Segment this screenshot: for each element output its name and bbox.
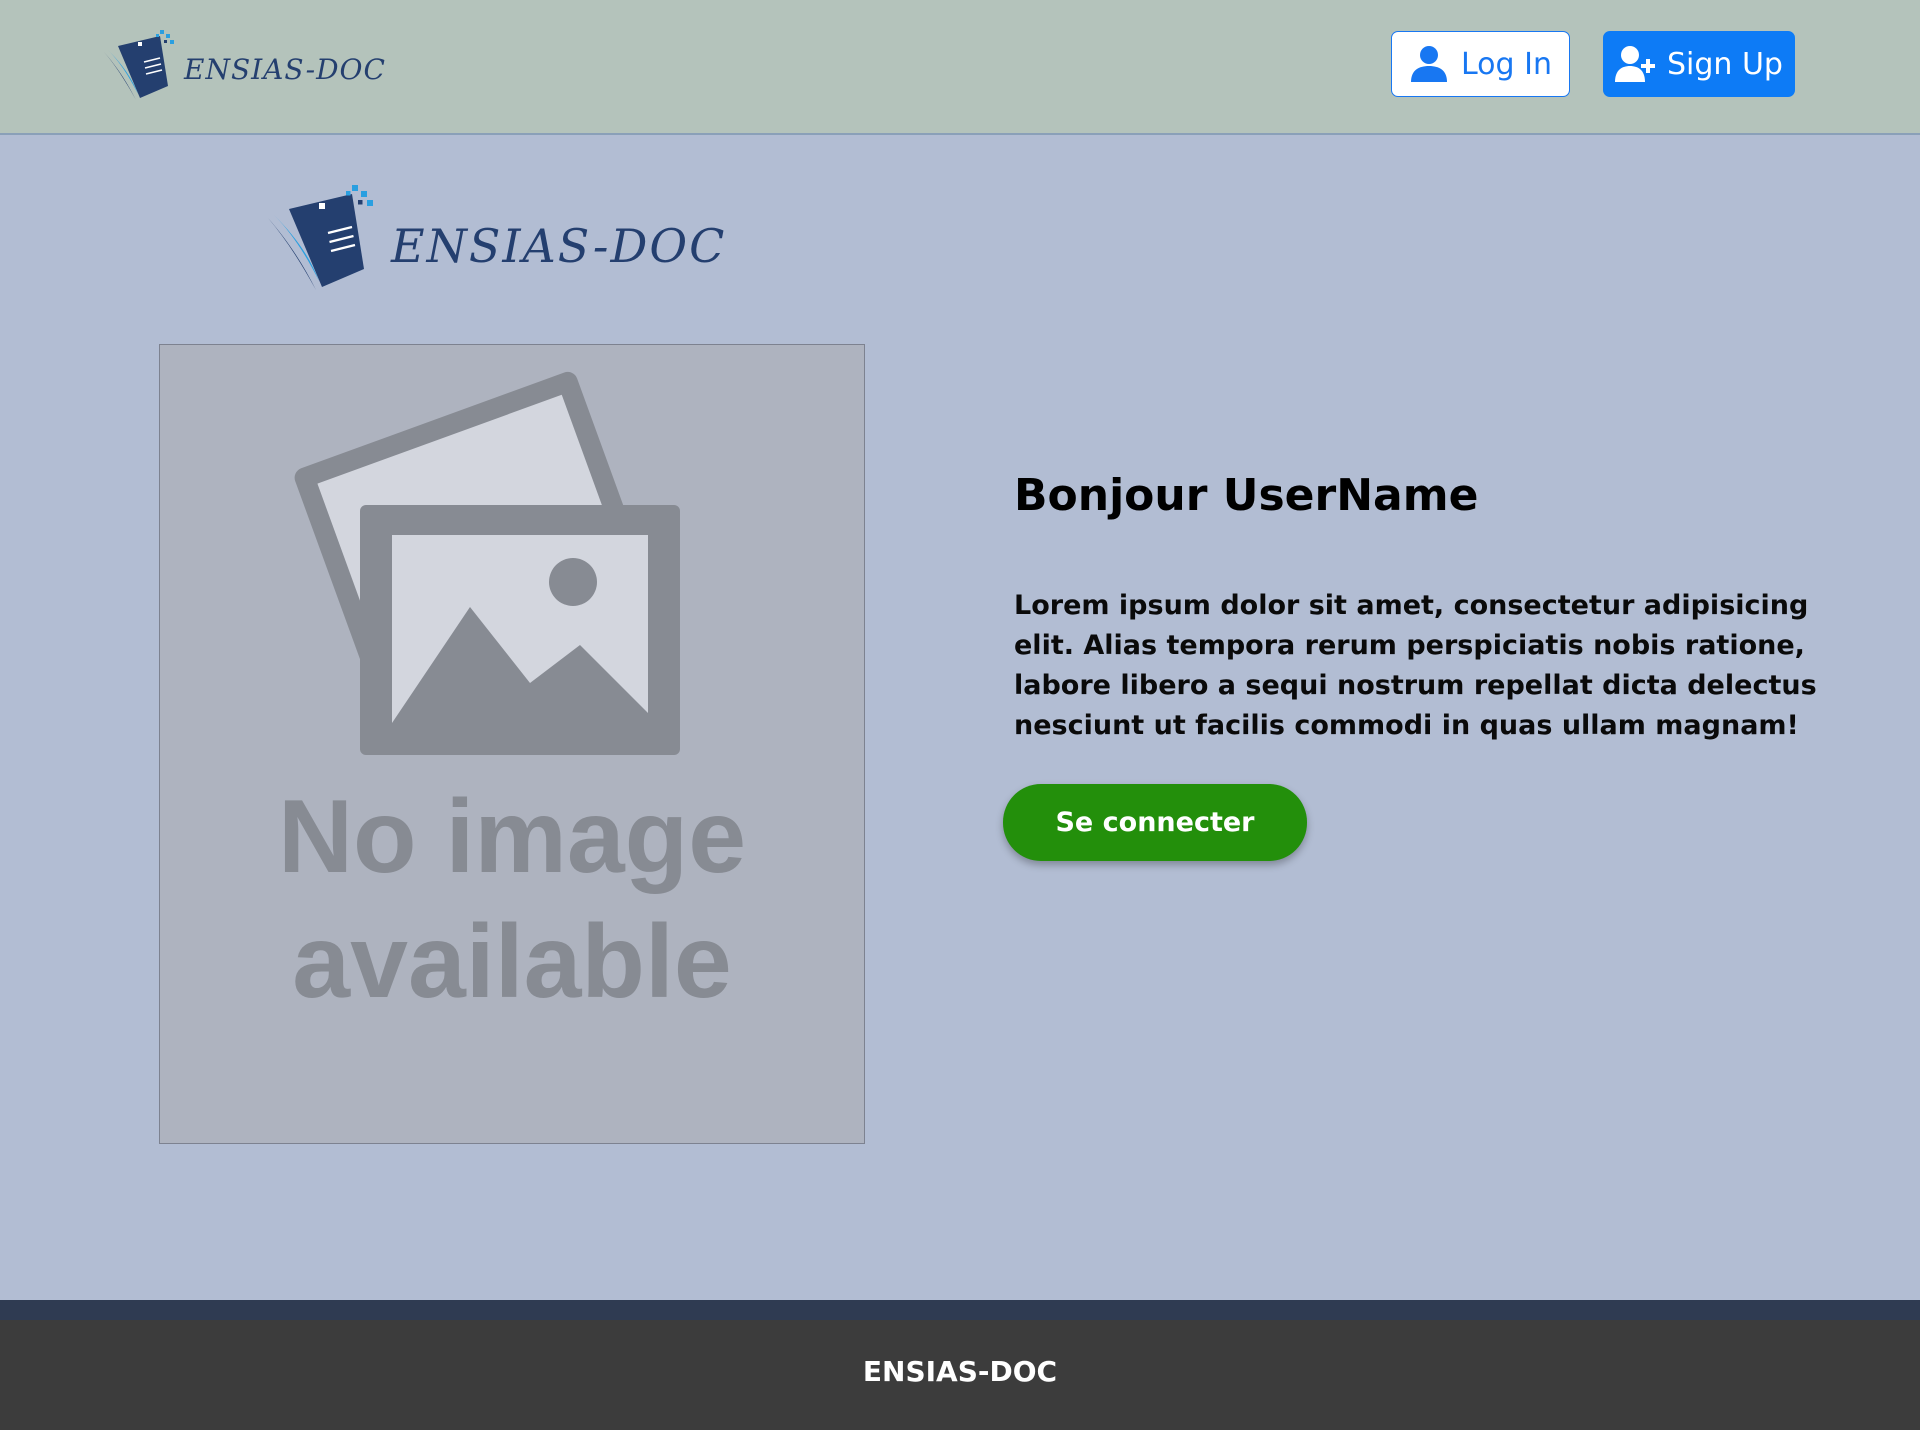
header-logo[interactable]: ENSIAS-DOC [102,28,386,104]
user-icon [1411,46,1447,82]
document-logo-icon [104,30,174,100]
login-label: Log In [1461,46,1552,82]
footer-divider [0,1300,1920,1320]
greeting-heading: Bonjour UserName [1014,470,1479,521]
footer-text: ENSIAS-DOC [862,1354,1058,1388]
header-logo-text: ENSIAS-DOC [184,52,386,86]
description-text: Lorem ipsum dolor sit amet, consectetur … [1014,590,1817,741]
footer: ENSIAS-DOC [0,1320,1920,1430]
document-logo-icon [268,185,373,290]
signup-button[interactable]: Sign Up [1603,31,1795,97]
user-plus-icon [1615,46,1655,82]
page: ENSIAS-DOC Log In Sign Up ENSIAS-DOC No … [0,0,1920,1430]
no-image-line-1: No image [277,779,747,895]
connect-button[interactable]: Se connecter [1003,784,1307,861]
signup-label: Sign Up [1667,46,1783,82]
no-image-placeholder: No image available [159,344,865,1144]
navbar: ENSIAS-DOC Log In Sign Up [0,0,1920,135]
image-placeholder-icon [294,371,680,755]
login-button[interactable]: Log In [1391,31,1570,97]
main-logo: ENSIAS-DOC [265,172,726,306]
no-image-line-2: available [292,904,732,1020]
main-logo-text: ENSIAS-DOC [391,219,727,273]
